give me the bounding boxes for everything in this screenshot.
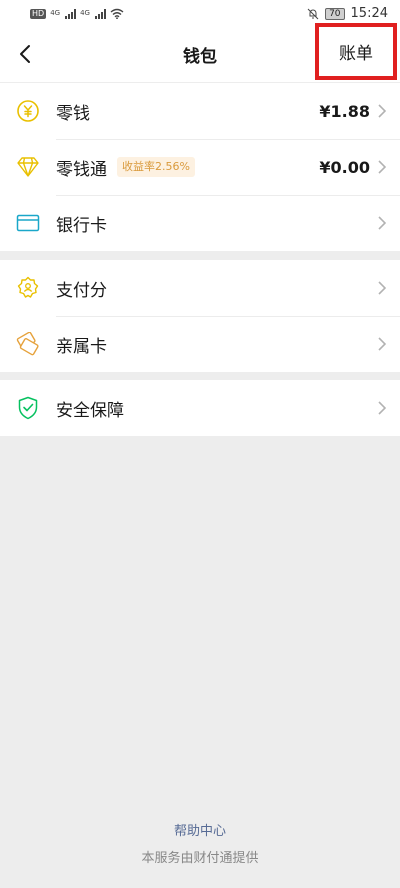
back-arrow-icon (20, 45, 30, 63)
yuan-coin-icon (17, 100, 39, 122)
bill-button[interactable]: 账单 (315, 23, 397, 80)
back-button[interactable] (8, 37, 42, 71)
chevron-right-icon (378, 216, 386, 230)
status-right: 70 15:24 (307, 6, 388, 21)
item-label: 安全保障 (56, 400, 124, 421)
list-item-family-card[interactable]: 亲属卡 (0, 316, 400, 372)
wallet-group-balance: 零钱 ¥1.88 零钱通 收益率2.56% ¥0.00 银行卡 (0, 83, 400, 251)
help-center-link[interactable]: 帮助中心 (0, 820, 400, 839)
pay-score-icon (17, 276, 39, 298)
chevron-right-icon (378, 104, 386, 118)
bank-card-icon (16, 214, 40, 232)
family-card-icon (16, 332, 39, 356)
chevron-right-icon (378, 281, 386, 295)
wallet-group-security: 安全保障 (0, 380, 400, 436)
bill-label: 账单 (339, 44, 373, 64)
network-type-2: 4G (80, 9, 90, 17)
signal-icon-2 (94, 8, 106, 19)
network-type-1: 4G (50, 9, 61, 17)
yield-badge: 收益率2.56% (117, 157, 195, 177)
item-value: ¥0.00 (319, 157, 370, 177)
item-label: 零钱 (56, 103, 90, 124)
mute-bell-icon (307, 8, 319, 19)
item-label: 银行卡 (56, 215, 107, 236)
list-item-licaitong[interactable]: 零钱通 收益率2.56% ¥0.00 (0, 139, 400, 195)
diamond-icon (17, 157, 39, 177)
status-left: HD 4G 4G (30, 8, 124, 19)
chevron-right-icon (378, 160, 386, 174)
list-item-pay-score[interactable]: 支付分 (0, 260, 400, 316)
battery-indicator: 70 (325, 7, 345, 20)
chevron-right-icon (378, 401, 386, 415)
item-value: ¥1.88 (319, 101, 370, 121)
wifi-icon (110, 8, 124, 19)
hd-indicator: HD (30, 8, 47, 19)
list-item-security[interactable]: 安全保障 (0, 380, 400, 436)
list-item-bank-card[interactable]: 银行卡 (0, 195, 400, 251)
chevron-right-icon (378, 337, 386, 351)
item-label: 亲属卡 (56, 336, 107, 357)
nav-bar: 钱包 账单 (0, 23, 400, 82)
list-item-change[interactable]: 零钱 ¥1.88 (0, 83, 400, 139)
signal-icon (65, 8, 77, 19)
page-title: 钱包 (183, 47, 217, 67)
wallet-group-services: 支付分 亲属卡 (0, 260, 400, 372)
item-label: 零钱通 (56, 159, 107, 180)
status-time: 15:24 (350, 6, 388, 21)
security-shield-icon (18, 396, 38, 420)
item-label: 支付分 (56, 280, 107, 301)
provider-note: 本服务由财付通提供 (141, 851, 259, 866)
